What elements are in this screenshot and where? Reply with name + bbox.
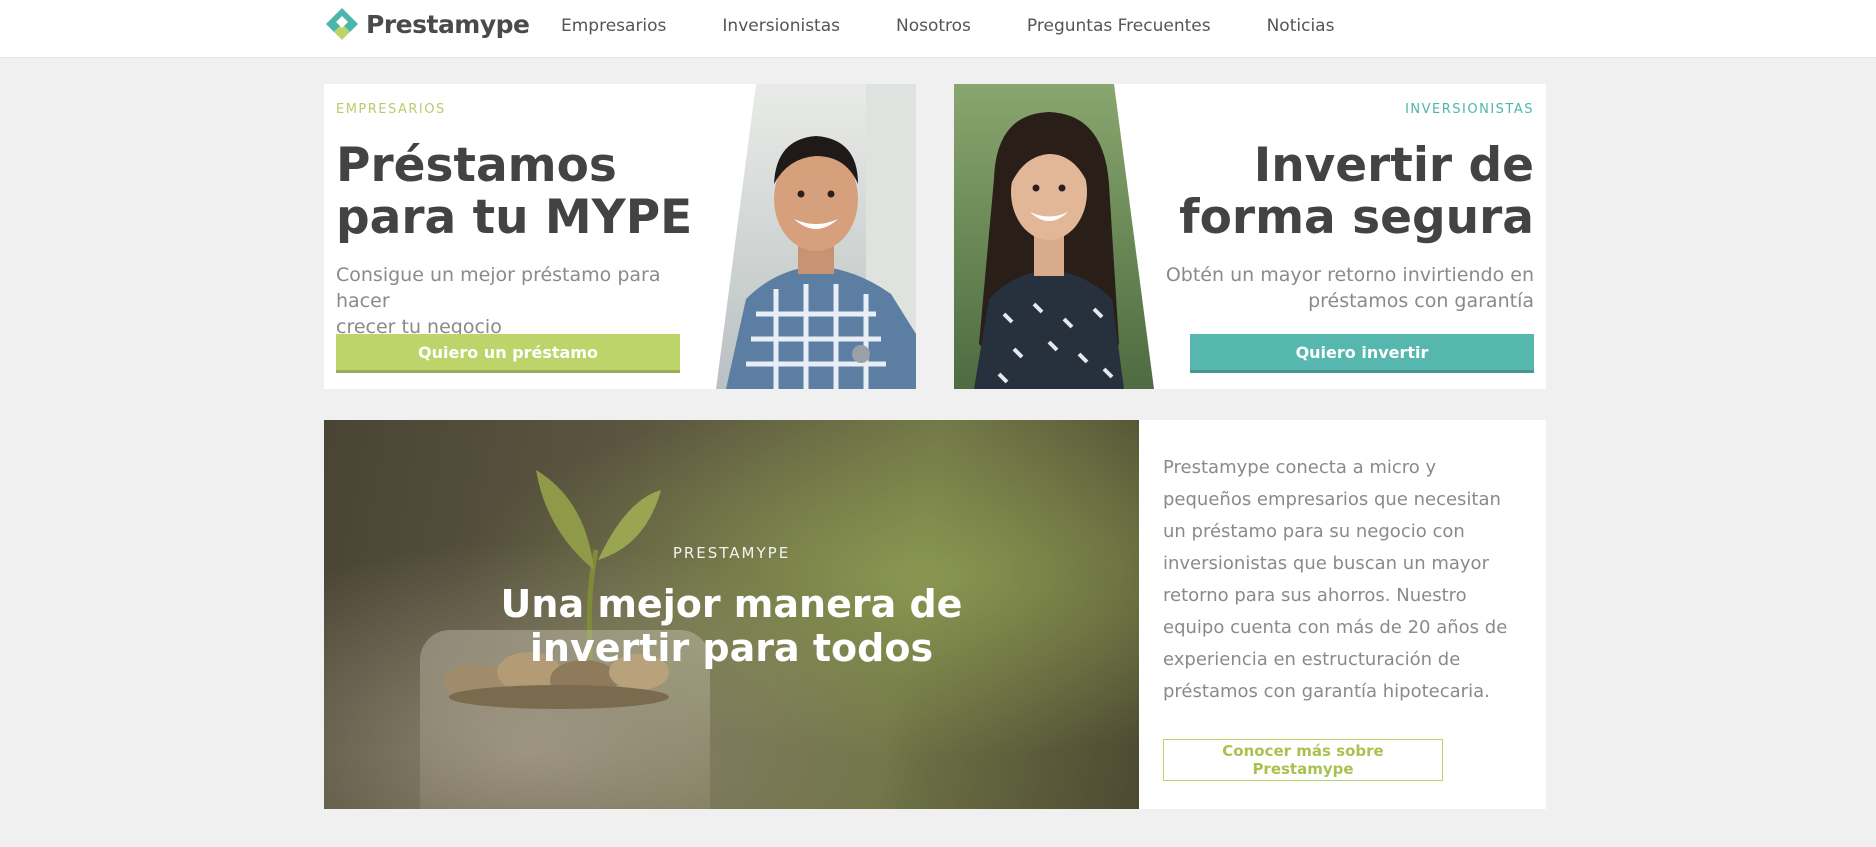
investor-photo — [954, 84, 1154, 389]
nav-link-inversionistas[interactable]: Inversionistas — [722, 16, 840, 36]
about-panel: Prestamype conecta a micro y pequeños em… — [1139, 420, 1546, 809]
card-title-line: Invertir de — [1253, 138, 1534, 193]
banner-eyebrow: PRESTAMYPE — [672, 544, 791, 562]
smiling-woman-illustration — [974, 112, 1124, 389]
nav-link-preguntas-frecuentes[interactable]: Preguntas Frecuentes — [1027, 16, 1211, 36]
banner-title-line: invertir para todos — [529, 626, 934, 670]
card-title-line: para tu MYPE — [336, 190, 693, 245]
banner-title-line: Una mejor manera de — [500, 582, 963, 626]
learn-more-button[interactable]: Conocer más sobre Prestamype — [1163, 739, 1443, 781]
card-subtitle: Consigue un mejor préstamo para hacer cr… — [336, 262, 716, 340]
entrepreneur-photo — [716, 84, 916, 389]
nav-link-empresarios[interactable]: Empresarios — [561, 16, 666, 36]
brand-logo-link[interactable]: Prestamype — [324, 4, 530, 44]
about-description: Prestamype conecta a micro y pequeños em… — [1163, 457, 1508, 702]
site-header: Prestamype Empresarios Inversionistas No… — [0, 0, 1876, 58]
section-eyebrow: INVERSIONISTAS — [1405, 102, 1534, 117]
main-nav: Empresarios Inversionistas Nosotros Preg… — [561, 0, 1390, 52]
smiling-man-illustration — [726, 84, 916, 389]
nav-link-noticias[interactable]: Noticias — [1267, 16, 1335, 36]
request-loan-button[interactable]: Quiero un préstamo — [336, 334, 680, 373]
card-title: Préstamos para tu MYPE — [336, 140, 716, 244]
hero-banner: PRESTAMYPE Una mejor manera de invertir … — [324, 420, 1139, 809]
card-subtitle: Obtén un mayor retorno invirtiendo en pr… — [1154, 262, 1534, 314]
card-subtitle-line: Consigue un mejor préstamo para hacer — [336, 264, 661, 312]
card-subtitle-line: Obtén un mayor retorno invirtiendo en — [1165, 264, 1534, 286]
nav-link-nosotros[interactable]: Nosotros — [896, 16, 971, 36]
card-title: Invertir de forma segura — [1154, 140, 1534, 244]
inversionistas-card: INVERSIONISTAS Invertir de forma segura … — [954, 84, 1546, 389]
card-title-line: Préstamos — [336, 138, 617, 193]
prestamype-logo-icon — [326, 8, 358, 40]
invest-button[interactable]: Quiero invertir — [1190, 334, 1534, 373]
banner-title: Una mejor manera de invertir para todos — [324, 582, 1139, 670]
brand-name: Prestamype — [366, 9, 530, 39]
card-title-line: forma segura — [1179, 190, 1534, 245]
empresarios-card: EMPRESARIOS Préstamos para tu MYPE Consi… — [324, 84, 916, 389]
card-subtitle-line: préstamos con garantía — [1308, 290, 1534, 312]
section-eyebrow: EMPRESARIOS — [336, 102, 446, 117]
